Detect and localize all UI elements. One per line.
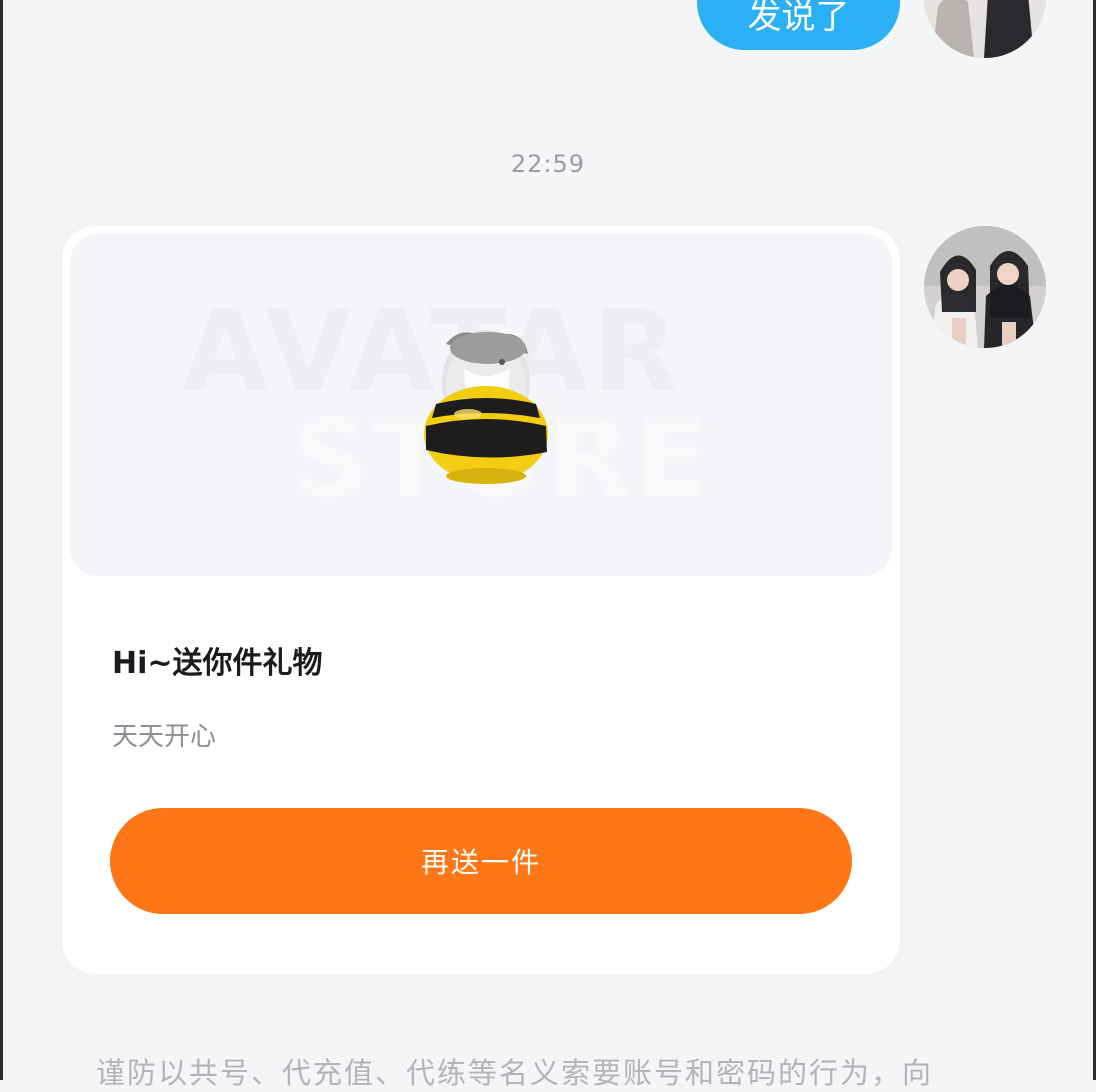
sent-message-text: 发说了 bbox=[747, 0, 850, 37]
avatar[interactable] bbox=[924, 226, 1046, 348]
bee-doll-gift-icon[interactable] bbox=[416, 326, 556, 486]
sent-message-bubble[interactable]: 发说了 bbox=[697, 0, 900, 50]
send-again-button[interactable]: 再送一件 bbox=[110, 808, 852, 914]
gift-preview: AVATAR STORE bbox=[70, 234, 892, 576]
gift-subtitle: 天天开心 bbox=[112, 722, 217, 752]
send-again-label: 再送一件 bbox=[420, 846, 541, 879]
gift-message-card[interactable]: AVATAR STORE Hi~送你件礼物 天天开心 再送一件 bbox=[62, 226, 900, 974]
gift-title: Hi~送你件礼物 bbox=[112, 646, 323, 681]
security-notice: 谨防以共号、代充值、代练等名义索要账号和密码的行为，向 bbox=[96, 1056, 934, 1090]
avatar-photo-icon bbox=[924, 226, 1046, 348]
avatar-photo-icon bbox=[924, 0, 1046, 58]
message-timestamp: 22:59 bbox=[510, 150, 586, 178]
avatar[interactable] bbox=[924, 0, 1046, 58]
